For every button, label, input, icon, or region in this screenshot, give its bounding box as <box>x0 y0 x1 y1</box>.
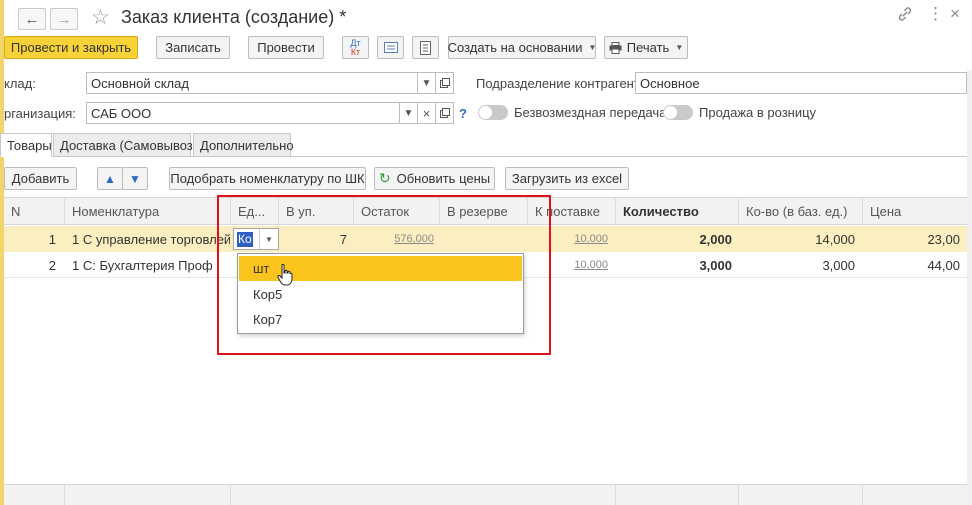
counterparty-division-label: Подразделение контрагента: <box>476 76 651 91</box>
print-label: Печать <box>626 40 670 55</box>
chevron-down-icon[interactable]: ▼ <box>399 102 418 124</box>
open-icon[interactable] <box>435 102 454 124</box>
organization-label: рганизация: <box>4 106 76 121</box>
footer-divider <box>738 484 739 505</box>
organization-field[interactable]: САБ ООО <box>86 102 400 124</box>
row-number: 1 <box>48 231 56 247</box>
col-item[interactable]: Номенклатура <box>64 197 230 225</box>
col-n[interactable]: N <box>4 197 64 225</box>
row-item[interactable]: 1 С: Бухгалтерия Проф <box>72 252 230 278</box>
post-and-close-button[interactable]: Провести и закрыть <box>4 36 138 59</box>
counterparty-division-field[interactable]: Основное <box>635 72 967 94</box>
print-icon <box>609 41 622 54</box>
to-deliver-link[interactable]: 10,000 <box>574 259 608 271</box>
chevron-down-icon: ▼ <box>588 43 597 52</box>
free-transfer-toggle[interactable] <box>478 105 508 120</box>
clear-icon[interactable]: × <box>417 102 436 124</box>
row-quantity[interactable]: 3,000 <box>615 252 732 278</box>
tab-goods[interactable]: Товары <box>0 133 52 157</box>
back-arrow-icon[interactable]: ← <box>18 8 46 30</box>
scrollbar[interactable] <box>967 70 972 505</box>
document-icon[interactable] <box>377 36 404 59</box>
warehouse-field[interactable]: Основной склад <box>86 72 418 94</box>
post-button[interactable]: Провести <box>248 36 324 59</box>
footer-divider <box>615 484 616 505</box>
refresh-prices-label: Обновить цены <box>396 171 491 186</box>
open-icon[interactable] <box>435 72 454 94</box>
star-icon[interactable]: ☆ <box>91 5 110 30</box>
row-price[interactable]: 44,00 <box>862 252 960 278</box>
pick-by-barcode-button[interactable]: Подобрать номенклатуру по ШК <box>169 167 366 190</box>
chevron-down-icon: ▼ <box>675 43 684 52</box>
arrow-up-icon[interactable]: ▲ <box>97 167 123 190</box>
print-button[interactable]: Печать ▼ <box>604 36 688 59</box>
row-quantity-base: 14,000 <box>815 231 855 247</box>
tab-additional[interactable]: Дополнительно <box>193 133 294 157</box>
create-based-on-label: Создать на основании <box>447 40 583 55</box>
row-item[interactable]: 1 С управление торговлей <box>72 226 230 252</box>
window-title: Заказ клиента (создание) * <box>121 7 347 27</box>
forward-arrow-icon[interactable]: → <box>50 8 78 30</box>
row-number: 2 <box>48 257 56 273</box>
col-quantity[interactable]: Количество <box>615 197 738 225</box>
dtkt-icon[interactable]: Дт Кт <box>342 36 369 59</box>
list-icon[interactable] <box>412 36 439 59</box>
to-deliver-link[interactable]: 10,000 <box>574 233 608 245</box>
tab-delivery[interactable]: Доставка (Самовывоз) <box>53 133 197 157</box>
refresh-prices-button[interactable]: ↻ Обновить цены <box>374 167 495 190</box>
save-button[interactable]: Записать <box>156 36 230 59</box>
footer-divider <box>230 484 231 505</box>
footer-divider <box>862 484 863 505</box>
load-excel-button[interactable]: Загрузить из excel <box>505 167 629 190</box>
row-quantity-base: 3,000 <box>822 257 855 273</box>
warehouse-label: клад: <box>4 76 36 91</box>
col-price[interactable]: Цена <box>862 197 967 225</box>
retail-sale-label: Продажа в розницу <box>699 105 817 120</box>
refresh-icon: ↻ <box>378 170 391 186</box>
free-transfer-label: Безвозмездная передача <box>514 105 667 120</box>
footer-divider <box>64 484 65 505</box>
help-icon[interactable]: ? <box>459 106 467 121</box>
annotation-frame <box>217 195 551 355</box>
col-quantity-base[interactable]: Ко-во (в баз. ед.) <box>738 197 862 225</box>
more-icon[interactable]: ⋮ <box>927 4 944 24</box>
chevron-down-icon[interactable]: ▼ <box>417 72 436 94</box>
row-price[interactable]: 23,00 <box>862 226 960 252</box>
table-footer <box>4 484 972 505</box>
retail-sale-toggle[interactable] <box>663 105 693 120</box>
close-icon[interactable]: × <box>950 4 960 24</box>
arrow-down-icon[interactable]: ▼ <box>122 167 148 190</box>
create-based-on-button[interactable]: Создать на основании ▼ <box>448 36 596 59</box>
link-icon[interactable] <box>897 6 913 26</box>
add-button[interactable]: Добавить <box>4 167 77 190</box>
row-quantity[interactable]: 2,000 <box>615 226 732 252</box>
